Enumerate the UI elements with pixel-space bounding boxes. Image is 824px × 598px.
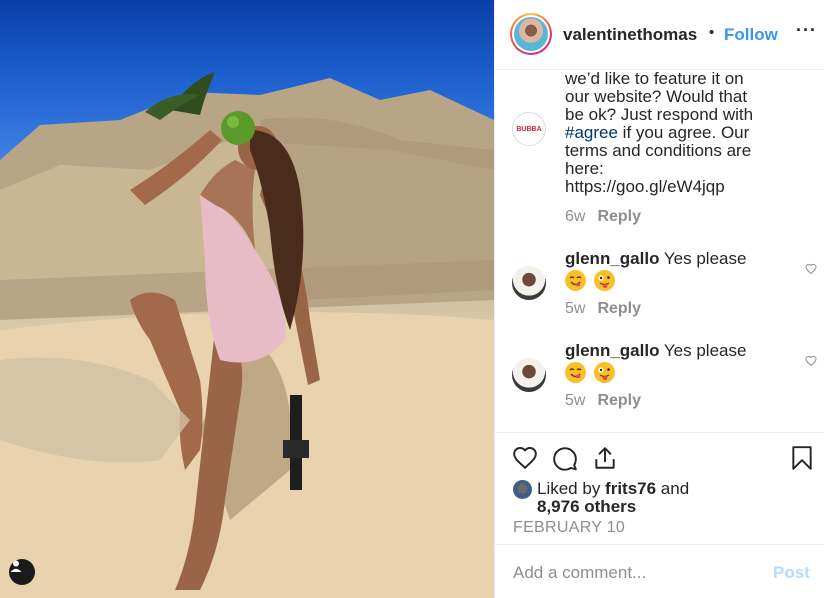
reply-button[interactable]: Reply [597,300,641,317]
post-date[interactable]: FEBRUARY 10 [513,519,625,537]
like-comment-heart-icon[interactable] [805,355,817,367]
avatar-logo-text: BUBBA [516,125,542,133]
like-heart-icon[interactable] [512,445,538,471]
comment-line: be ok? Just respond with [565,105,754,124]
liker-avatar[interactable] [513,480,532,499]
yum-emoji-icon [565,362,586,383]
comment-text: we’d like to feature it on our website? … [565,70,795,196]
comment-line: here: [565,159,604,178]
comment-username[interactable]: glenn_gallo [565,341,659,360]
comment-meta: 6w Reply [565,208,641,226]
add-comment-bar: Post [495,544,824,598]
author-username[interactable]: valentinethomas [563,25,705,45]
comment-meta: 5w Reply [565,300,641,318]
comment-text: glenn_gallo Yes please [565,342,795,383]
comment-meta: 5w Reply [565,392,641,410]
comment-line: if you agree. Our [617,123,750,142]
comment-line: we’d like to feature it on [565,70,744,88]
post-comment-button[interactable]: Post [773,563,810,583]
post-photo[interactable] [0,0,494,598]
reply-button[interactable]: Reply [597,208,641,225]
likes-others-link[interactable]: 8,976 others [537,497,636,516]
comment-time: 6w [565,208,586,225]
comments-list[interactable]: BUBBA we’d like to feature it on our web… [495,70,824,432]
share-icon[interactable] [592,445,618,471]
post-header: valentinethomas • Follow ··· [495,0,824,70]
comment-line: terms and conditions are [565,141,752,160]
photo-illustration [0,72,494,598]
comment-body: Yes please [663,341,747,360]
zany-emoji-icon [593,362,615,383]
commenter-avatar[interactable] [512,358,546,392]
comment-body: Yes please [663,249,747,268]
commenter-avatar[interactable] [512,266,546,300]
user-tags-button[interactable] [9,559,35,585]
like-comment-heart-icon[interactable] [805,263,817,275]
yum-emoji-icon [565,270,586,291]
comment-text: glenn_gallo Yes please [565,250,795,291]
comment-line: our website? Would that [565,87,748,106]
comment-time: 5w [565,300,586,317]
save-bookmark-icon[interactable] [791,445,813,471]
reply-button[interactable]: Reply [597,392,641,409]
comment-link[interactable]: https://goo.gl/eW4jqp [565,178,795,196]
author-avatar[interactable] [510,13,552,55]
comment-username[interactable]: glenn_gallo [565,249,659,268]
likes-prefix: Liked by [537,479,606,498]
post-actions: Liked by frits76 and 8,976 others FEBRUA… [495,432,824,544]
follow-button[interactable]: Follow [724,25,778,45]
liker-username[interactable]: frits76 [605,479,656,498]
zany-emoji-icon [593,270,615,291]
hashtag-link[interactable]: #agree [565,123,618,142]
header-separator: • [709,24,715,41]
comment-input[interactable] [513,563,753,583]
post-side-panel: valentinethomas • Follow ··· BUBBA we’d … [494,0,824,598]
user-icon [10,560,22,572]
comment-bubble-icon[interactable] [552,445,578,471]
comment-time: 5w [565,392,586,409]
likes-middle: and [656,479,690,498]
more-options-icon[interactable]: ··· [796,20,817,41]
commenter-avatar[interactable]: BUBBA [512,112,546,146]
